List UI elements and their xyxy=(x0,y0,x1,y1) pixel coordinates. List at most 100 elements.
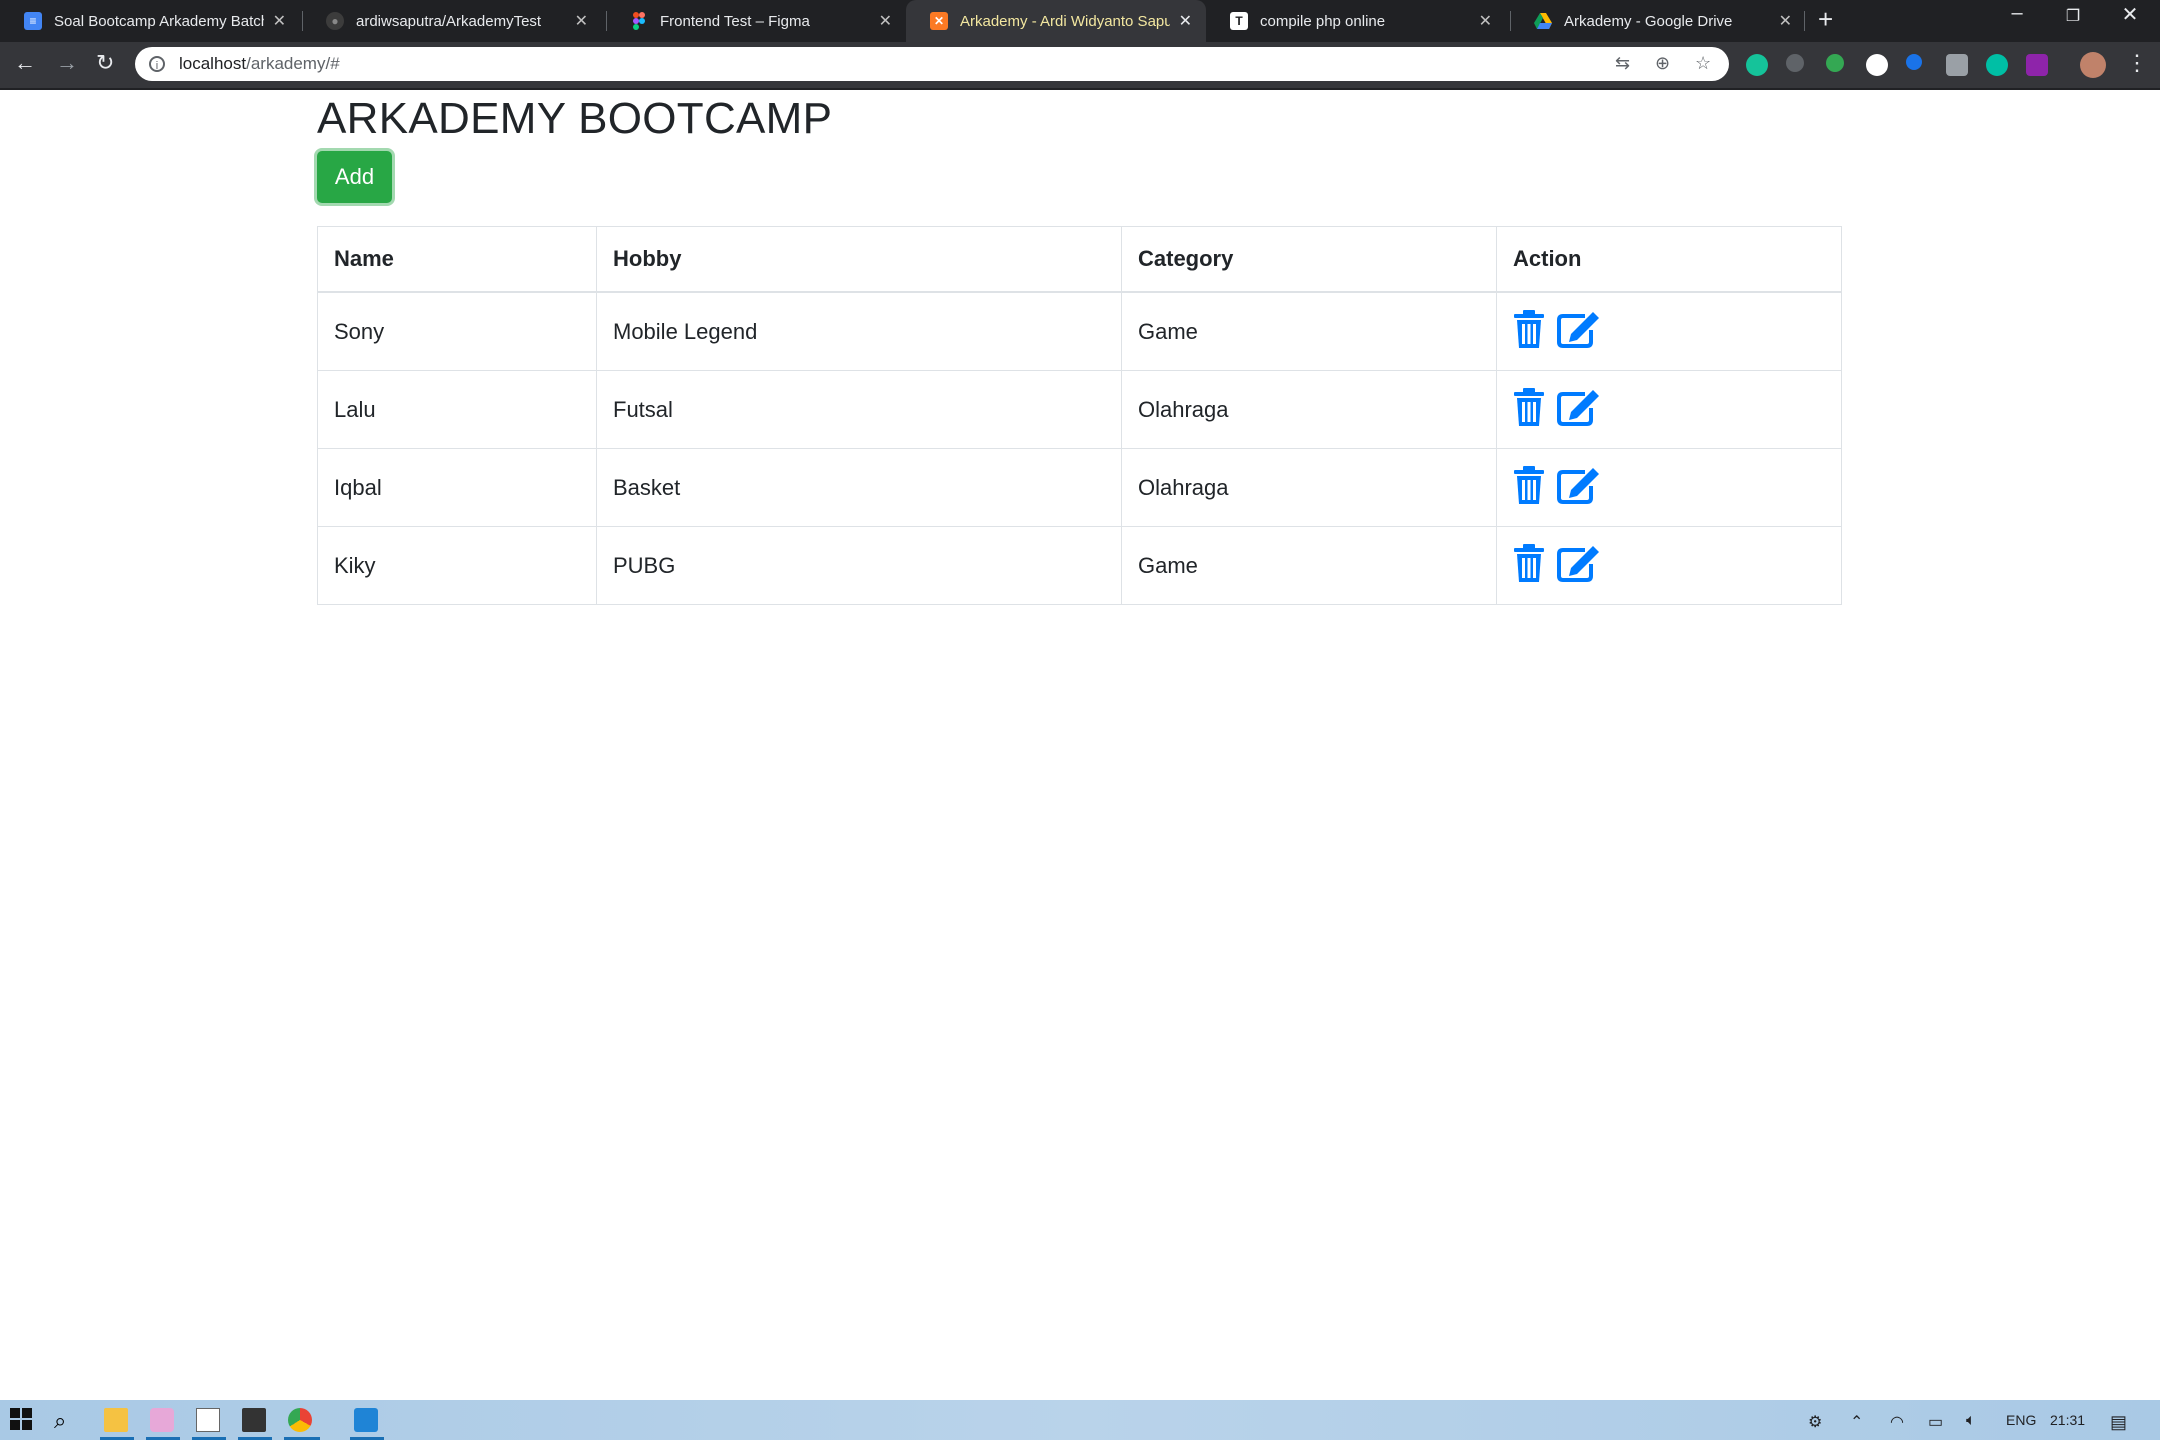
menu-icon[interactable]: ⋮ xyxy=(2126,50,2148,76)
notification-icon[interactable]: ▤ xyxy=(2110,1412,2127,1433)
cell-category: Olahraga xyxy=(1121,448,1497,527)
trash-icon[interactable] xyxy=(1513,309,1545,354)
edit-icon[interactable] xyxy=(1557,310,1603,354)
wifi-icon[interactable]: ◠ xyxy=(1890,1412,1904,1432)
restore-icon[interactable]: ❐ xyxy=(2048,6,2098,26)
battery-icon[interactable]: ▭ xyxy=(1928,1412,1943,1432)
tab-docs[interactable]: ≡ Soal Bootcamp Arkademy Batch ✕ xyxy=(0,0,300,42)
tab-tio[interactable]: T compile php online ✕ xyxy=(1206,0,1506,42)
drive-icon xyxy=(1534,12,1552,30)
tab-title: Frontend Test – Figma xyxy=(660,12,810,30)
tab-github[interactable]: ● ardiwsaputra/ArkademyTest ✕ xyxy=(302,0,602,42)
darkmode-extension-icon[interactable] xyxy=(1866,54,1888,76)
tio-icon: T xyxy=(1230,12,1248,30)
vscode-icon[interactable] xyxy=(354,1408,378,1432)
cell-name: Kiky xyxy=(317,526,597,605)
network-share-icon[interactable]: ⚙ xyxy=(1808,1412,1822,1432)
edit-icon[interactable] xyxy=(1557,544,1603,588)
close-window-icon[interactable]: ✕ xyxy=(2105,2,2155,27)
cell-action xyxy=(1496,448,1842,527)
tab-title: Arkademy - Google Drive xyxy=(1564,12,1733,30)
page-title: ARKADEMY BOOTCAMP xyxy=(317,94,833,143)
tab-title: compile php online xyxy=(1260,12,1386,30)
chrome-icon[interactable] xyxy=(288,1408,312,1432)
data-table: Name Hobby Category Action Sony Mobile L… xyxy=(317,226,1842,605)
xampp-icon: ✕ xyxy=(930,12,948,30)
volume-icon[interactable]: 🔈︎ xyxy=(1966,1412,1976,1430)
cell-name: Lalu xyxy=(317,370,597,449)
close-icon[interactable]: ✕ xyxy=(575,11,588,31)
header-action: Action xyxy=(1496,226,1842,293)
chevron-up-icon[interactable]: ⌃ xyxy=(1850,1412,1863,1432)
url-text: localhost/arkademy/# xyxy=(179,54,340,73)
header-name: Name xyxy=(317,226,597,293)
cell-action xyxy=(1496,526,1842,605)
cell-category: Game xyxy=(1121,526,1497,605)
close-icon[interactable]: ✕ xyxy=(879,11,892,31)
tab-title: Arkademy - Ardi Widyanto Saputra xyxy=(960,12,1170,30)
trash-icon[interactable] xyxy=(1513,387,1545,432)
trash-icon[interactable] xyxy=(1513,543,1545,588)
table-header-row: Name Hobby Category Action xyxy=(317,226,1842,293)
docs-icon: ≡ xyxy=(24,12,42,30)
close-icon[interactable]: ✕ xyxy=(1179,11,1192,31)
table-row: Kiky PUBG Game xyxy=(317,526,1842,605)
close-icon[interactable]: ✕ xyxy=(1479,11,1492,31)
cell-category: Olahraga xyxy=(1121,370,1497,449)
language-indicator[interactable]: ENG xyxy=(2006,1412,2036,1428)
tab-separator xyxy=(1804,11,1805,31)
header-category: Category xyxy=(1121,226,1497,293)
new-tab-icon[interactable]: + xyxy=(1818,4,1833,35)
paint3d-icon[interactable] xyxy=(150,1408,174,1432)
teal-extension-icon[interactable] xyxy=(1986,54,2008,76)
reload-icon[interactable]: ↻ xyxy=(96,50,114,76)
figma-icon xyxy=(630,12,648,30)
grammarly-icon[interactable] xyxy=(1746,54,1768,76)
purple-extension-icon[interactable] xyxy=(2026,54,2048,76)
n-extension-icon[interactable] xyxy=(1906,54,1922,70)
trash-icon[interactable] xyxy=(1513,465,1545,510)
close-icon[interactable]: ✕ xyxy=(1779,11,1792,31)
windows-start-icon[interactable] xyxy=(10,1408,34,1432)
minimize-icon[interactable]: – xyxy=(1992,2,2042,25)
search-icon[interactable]: ⌕ xyxy=(54,1408,78,1433)
close-icon[interactable]: ✕ xyxy=(273,11,286,31)
cell-hobby: Futsal xyxy=(596,370,1122,449)
wave-extension-icon[interactable] xyxy=(1826,54,1844,72)
address-bar[interactable]: i localhost/arkademy/# ⇆ ⊕ ☆ xyxy=(135,47,1729,81)
cell-category: Game xyxy=(1121,291,1497,371)
translate-icon[interactable]: ⇆ xyxy=(1615,53,1630,74)
edit-icon[interactable] xyxy=(1557,388,1603,432)
typora-icon[interactable] xyxy=(196,1408,220,1432)
formula-extension-icon[interactable] xyxy=(1786,54,1804,72)
cell-action xyxy=(1496,291,1842,371)
add-button[interactable]: Add xyxy=(317,151,392,203)
tab-title: Soal Bootcamp Arkademy Batch xyxy=(54,12,264,30)
zoom-icon[interactable]: ⊕ xyxy=(1655,53,1670,74)
vr-extension-icon[interactable] xyxy=(1946,54,1968,76)
forward-icon[interactable]: → xyxy=(56,50,78,76)
edit-icon[interactable] xyxy=(1557,466,1603,510)
table-row: Lalu Futsal Olahraga xyxy=(317,370,1842,449)
file-explorer-icon[interactable] xyxy=(104,1408,128,1432)
browser-tab-strip: ≡ Soal Bootcamp Arkademy Batch ✕ ● ardiw… xyxy=(0,0,2160,42)
cell-name: Iqbal xyxy=(317,448,597,527)
bookmark-star-icon[interactable]: ☆ xyxy=(1695,53,1711,74)
tab-figma[interactable]: Frontend Test – Figma ✕ xyxy=(606,0,906,42)
cell-hobby: Basket xyxy=(596,448,1122,527)
cell-hobby: Mobile Legend xyxy=(596,291,1122,371)
clock[interactable]: 21:31 xyxy=(2050,1412,2085,1428)
toolbar-divider xyxy=(0,88,2160,90)
avatar[interactable] xyxy=(2080,52,2106,78)
info-icon[interactable]: i xyxy=(149,56,165,72)
browser-toolbar: ← → ↻ i localhost/arkademy/# ⇆ ⊕ ☆ ⋮ xyxy=(0,42,2160,88)
tab-drive[interactable]: Arkademy - Google Drive ✕ xyxy=(1510,0,1806,42)
table-row: Iqbal Basket Olahraga xyxy=(317,448,1842,527)
header-hobby: Hobby xyxy=(596,226,1122,293)
calculator-icon[interactable] xyxy=(242,1408,266,1432)
taskbar: ⌕ ⚙ ⌃ ◠ ▭ 🔈︎ ENG 21:31 ▤ xyxy=(0,1400,2160,1440)
tab-title: ardiwsaputra/ArkademyTest xyxy=(356,12,542,30)
tab-arkademy-active[interactable]: ✕ Arkademy - Ardi Widyanto Saputra ✕ xyxy=(906,0,1206,42)
cell-name: Sony xyxy=(317,291,597,371)
back-icon[interactable]: ← xyxy=(14,50,36,76)
